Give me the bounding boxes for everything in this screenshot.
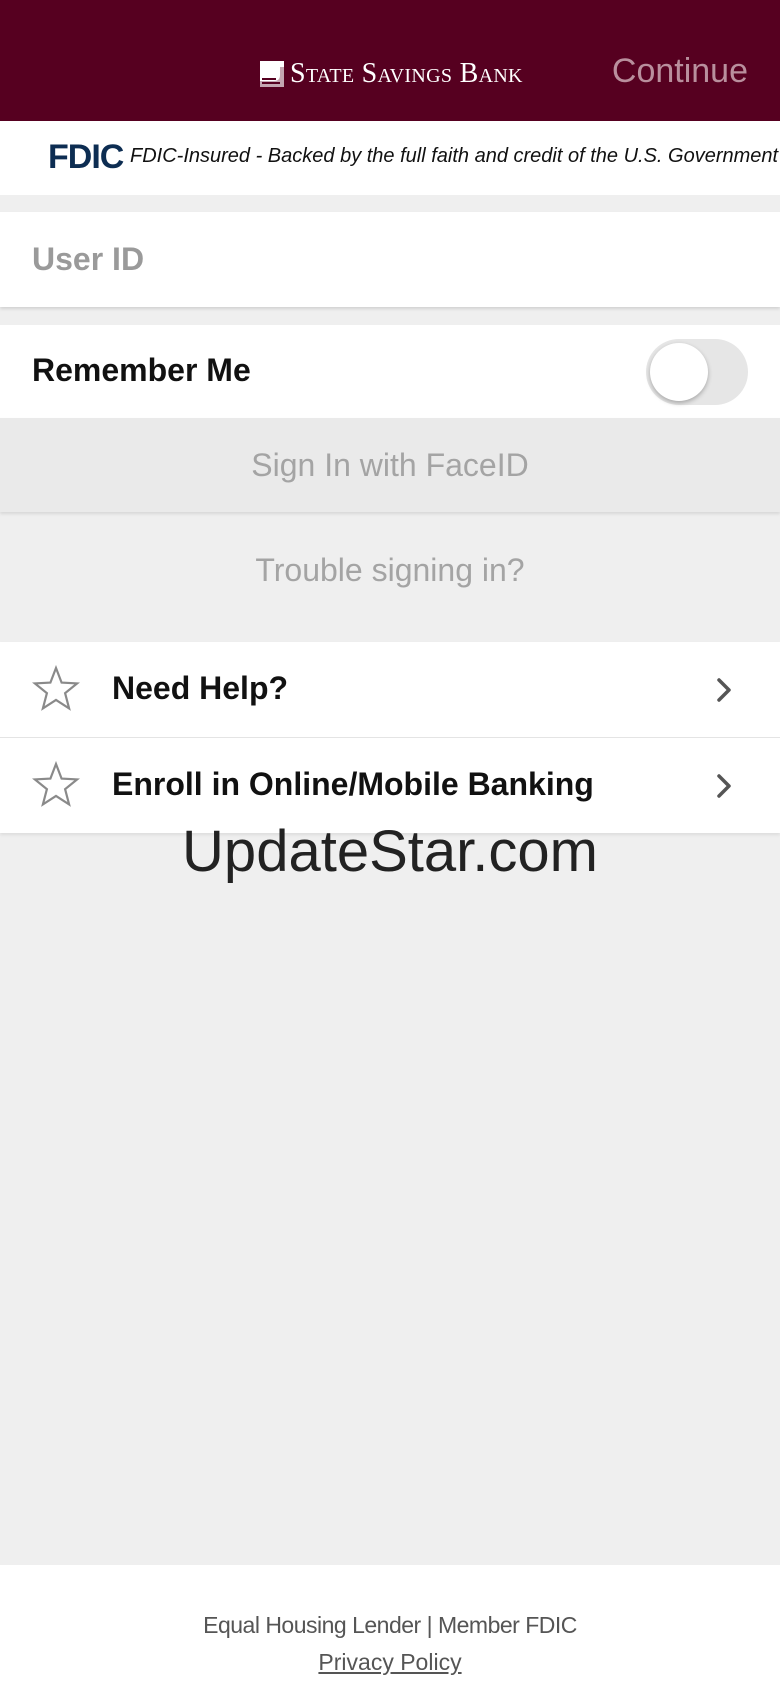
- userid-input[interactable]: [32, 212, 732, 307]
- menu-item-label: Need Help?: [112, 670, 289, 706]
- app-header: State Savings Bank Continue: [0, 0, 780, 121]
- remember-me-label: Remember Me: [32, 352, 251, 388]
- footer: Equal Housing Lender | Member FDIC Priva…: [0, 1565, 780, 1691]
- toggle-knob: [650, 343, 708, 401]
- fdic-banner: FDIC FDIC-Insured - Backed by the full f…: [0, 121, 780, 195]
- remember-me-row: Remember Me: [0, 325, 780, 418]
- star-outline-icon: [32, 665, 80, 711]
- bank-logo-icon: [260, 61, 284, 87]
- help-menu: Need Help? Enroll in Online/Mobile Banki…: [0, 642, 780, 833]
- chevron-right-icon: [717, 774, 731, 798]
- faceid-signin-button[interactable]: Sign In with FaceID: [0, 418, 780, 512]
- bank-logo: State Savings Bank: [260, 58, 523, 90]
- menu-item-label: Enroll in Online/Mobile Banking: [112, 766, 594, 802]
- watermark-text: UpdateStar.com: [182, 819, 598, 884]
- menu-item-need-help[interactable]: Need Help?: [0, 642, 780, 737]
- remember-me-toggle[interactable]: [646, 339, 748, 405]
- footer-disclaimer: Equal Housing Lender | Member FDIC: [203, 1612, 577, 1638]
- chevron-right-icon: [717, 678, 731, 702]
- star-outline-icon: [32, 761, 80, 807]
- bank-name: State Savings Bank: [290, 58, 523, 89]
- userid-card: [0, 212, 780, 307]
- privacy-policy-link[interactable]: Privacy Policy: [0, 1649, 780, 1676]
- trouble-signing-in-link[interactable]: Trouble signing in?: [0, 552, 780, 589]
- fdic-notice: FDIC-Insured - Backed by the full faith …: [130, 145, 779, 167]
- fdic-logo: FDIC: [48, 138, 124, 176]
- continue-button[interactable]: Continue: [612, 52, 748, 91]
